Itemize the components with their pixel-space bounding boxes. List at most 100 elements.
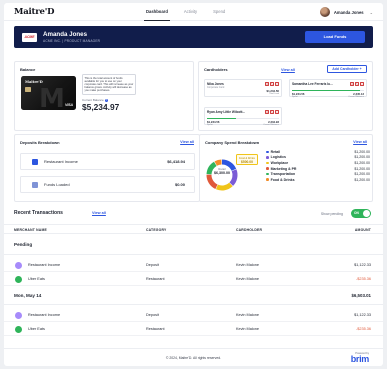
cardholders-view-all-link[interactable]: View all: [281, 68, 295, 72]
tab-spend[interactable]: Spend: [211, 3, 227, 21]
toggle-knob: [363, 210, 370, 217]
spend-panel: Company Spend Breakdown View all Retail …: [199, 134, 373, 202]
deposits-view-all-link[interactable]: View all: [180, 140, 194, 144]
balance-panel: Balance Maitre'D M VISA This is the tota…: [14, 61, 194, 131]
legend-label: Food & Drinks: [270, 177, 295, 182]
table-row[interactable]: Restaurant Income Deposit Kevin Malone $…: [4, 309, 383, 322]
legend-label: Retail: [270, 149, 281, 154]
freeze-icon[interactable]: ❄: [265, 110, 269, 114]
delete-icon[interactable]: ×: [360, 82, 364, 86]
legend-label: Transportation: [270, 172, 296, 177]
tab-dashboard[interactable]: Dashboard: [144, 3, 170, 21]
transaction-group-label: Mon, May 14: [14, 293, 42, 298]
legend-dot-icon: [266, 156, 269, 159]
bank-icon: [32, 158, 38, 165]
add-cardholder-button[interactable]: Add Cardholder +: [327, 65, 367, 73]
edit-icon[interactable]: ✎: [355, 82, 359, 86]
legend-dot-icon: [266, 178, 269, 182]
cardholder-spend-bar: [207, 118, 279, 119]
spend-title: Company Spend Breakdown: [205, 140, 260, 145]
uber-eats-icon: [15, 276, 22, 283]
cardholder-spent: $1,234.56 Total Limit: [266, 89, 279, 95]
legend-value: $1,200.00: [354, 155, 370, 160]
card-chip-icon: [25, 87, 31, 92]
legend-label: Marketing & PR: [270, 166, 297, 171]
card-network: VISA: [65, 103, 73, 107]
balance-title: Balance: [20, 67, 36, 72]
corporate-card-image: Maitre'D M VISA: [21, 76, 76, 110]
transaction-group-label: Pending: [14, 242, 33, 247]
spend-view-all-link[interactable]: View all: [353, 140, 367, 144]
cardholder-spent: $1,234.56 Spent: [292, 92, 305, 98]
donut-slice[interactable]: [206, 174, 218, 190]
deposit-row[interactable]: Restaurant Income $6,418.94: [20, 153, 195, 170]
deposit-row[interactable]: Funds Loaded $0.00: [20, 176, 195, 193]
cardholder-name: Ryan Amy Little Wilcott...: [207, 110, 246, 114]
cardholder-spend-bar: [292, 90, 364, 91]
donut-slice[interactable]: [215, 182, 233, 191]
col-amount[interactable]: AMOUNT: [355, 228, 371, 232]
cardholder-name: Samantha Lee Ferraris Iu...: [292, 82, 333, 86]
load-funds-button[interactable]: Load Funds: [305, 31, 365, 43]
freeze-icon[interactable]: ❄: [350, 82, 354, 86]
cardholders-panel: Cardholders View all Add Cardholder + Ni…: [198, 61, 373, 131]
divider: [4, 304, 383, 305]
chevron-down-icon[interactable]: ⌄: [370, 10, 373, 15]
legend-label: Workplace: [270, 160, 289, 165]
company-logo: ACME: [22, 32, 37, 42]
table-row[interactable]: Restaurant Income Deposit Kevin Malone $…: [4, 259, 383, 272]
merchant-icon: [15, 262, 22, 269]
legend-dot-icon: [266, 172, 269, 176]
powered-by[interactable]: Powered by brim: [351, 352, 370, 364]
balance-tooltip: This is the total amount of funds availa…: [82, 74, 136, 95]
donut-slice[interactable]: [214, 159, 222, 166]
legend-value: $1,200.00: [354, 166, 370, 171]
cardholders-title: Cardholders: [204, 67, 228, 72]
legend-dot-icon: [266, 150, 269, 154]
edit-icon[interactable]: ✎: [270, 110, 274, 114]
show-pending-toggle[interactable]: ON: [351, 209, 371, 218]
user-menu[interactable]: Amanda Jones ⌄: [319, 7, 373, 17]
legend-dot-icon: [266, 161, 269, 165]
divider: [4, 254, 383, 255]
col-merchant[interactable]: MERCHANT NAME: [14, 228, 47, 232]
col-category[interactable]: CATEGORY: [146, 228, 166, 232]
show-pending-label: Show pending: [320, 212, 343, 216]
legend-item: Food & Drinks $1,200.00: [266, 177, 370, 183]
delete-icon[interactable]: ×: [275, 110, 279, 114]
nav-tabs: Dashboard Activity Spend: [144, 3, 227, 21]
cardholder-balance: 2,345.12 Current Balance: [348, 92, 364, 98]
col-cardholder[interactable]: CARDHOLDER: [236, 228, 262, 232]
cardholder-card[interactable]: Nika Jones Corporate Card ❄ ✎ × $1,234.56 T…: [204, 79, 282, 97]
footer: © 2024, Maitre'D. All rights reserved. P…: [4, 348, 383, 366]
cardholder-balance: 2,234.92 Current Balance: [263, 120, 279, 126]
group-total: $6,503.01: [351, 293, 371, 298]
legend-item: Marketing & PR $1,200.00: [266, 166, 370, 172]
funds-icon: [32, 181, 38, 188]
donut-callout: Food & Drinks $500.00: [236, 154, 258, 165]
uber-eats-icon: [15, 326, 22, 333]
tab-activity[interactable]: Activity: [182, 3, 199, 21]
freeze-icon[interactable]: ❄: [265, 82, 269, 86]
app-window: Maitre'D Dashboard Activity Spend Amanda…: [4, 3, 383, 366]
legend-item: Workplace $1,200.00: [266, 160, 370, 166]
cardholder-spend-bar-fill: [292, 90, 361, 91]
donut-center: Retail $6,300.00: [214, 167, 230, 175]
cardholder-card[interactable]: Samantha Lee Ferraris Iu... ❄ ✎ × $1,234.5…: [289, 79, 367, 98]
avatar[interactable]: [319, 7, 330, 17]
table-row[interactable]: Uber Eats Restaurant Kevin Malone -$235.…: [4, 273, 383, 286]
merchant-icon: [15, 312, 22, 319]
legend-value: $1,200.00: [354, 172, 370, 177]
card-monogram-icon: M: [39, 84, 65, 110]
legend-item: Logistics $1,200.00: [266, 155, 370, 161]
table-row[interactable]: Uber Eats Restaurant Kevin Malone -$235.…: [4, 323, 383, 336]
legend-label: Logistics: [270, 155, 286, 160]
spend-legend: Retail $1,200.00 Logistics $1,200.00 Workpla…: [266, 149, 370, 183]
profile-subtitle: ACME INC. | PRODUCT MANAGER: [43, 39, 101, 43]
edit-icon[interactable]: ✎: [270, 82, 274, 86]
app-logo[interactable]: Maitre'D: [14, 7, 55, 17]
delete-icon[interactable]: ×: [275, 82, 279, 86]
transactions-view-all-link[interactable]: View all: [92, 211, 106, 215]
cardholder-card[interactable]: Ryan Amy Little Wilcott... ❄ ✎ × $1,234.56…: [204, 107, 282, 126]
cardholder-spent: $1,234.56 Spent: [207, 120, 220, 126]
